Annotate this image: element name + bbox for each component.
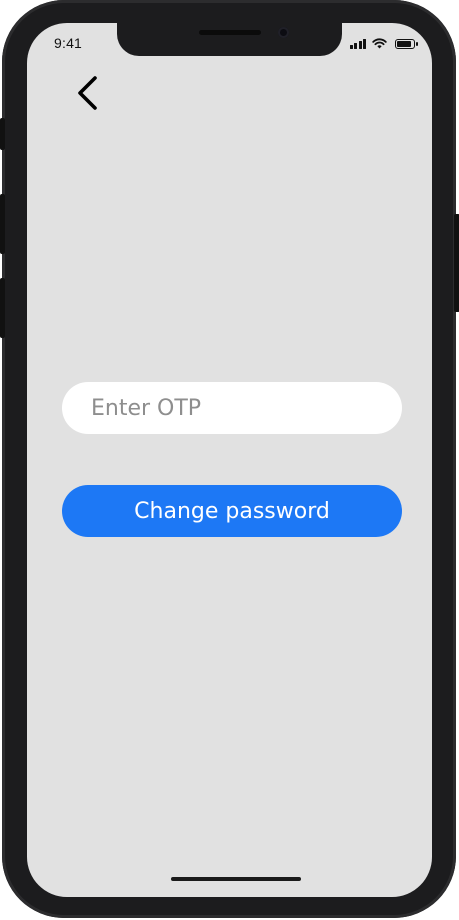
back-button[interactable]	[69, 71, 109, 115]
cellular-signal-icon	[349, 39, 366, 49]
notch	[117, 23, 342, 56]
silent-switch	[0, 118, 5, 150]
chevron-left-icon	[78, 76, 97, 110]
change-password-button[interactable]: Change password	[62, 485, 402, 537]
status-time: 9:41	[54, 35, 83, 51]
wifi-icon	[372, 38, 387, 49]
volume-down-button	[0, 278, 5, 338]
signal-bar	[349, 45, 353, 49]
app-screen: 9:41 Enter OTP Change password	[27, 23, 432, 897]
power-button	[454, 214, 459, 312]
status-icons	[349, 37, 418, 49]
front-camera	[278, 27, 289, 38]
battery-icon	[395, 39, 418, 49]
earpiece-speaker	[199, 30, 261, 35]
phone-frame: 9:41 Enter OTP Change password	[0, 0, 459, 918]
battery-level	[397, 41, 411, 47]
signal-bar	[354, 43, 357, 49]
signal-bar	[358, 41, 362, 49]
signal-bar	[363, 39, 366, 49]
home-indicator[interactable]	[171, 877, 301, 881]
otp-input[interactable]	[62, 382, 402, 434]
volume-up-button	[0, 194, 5, 254]
